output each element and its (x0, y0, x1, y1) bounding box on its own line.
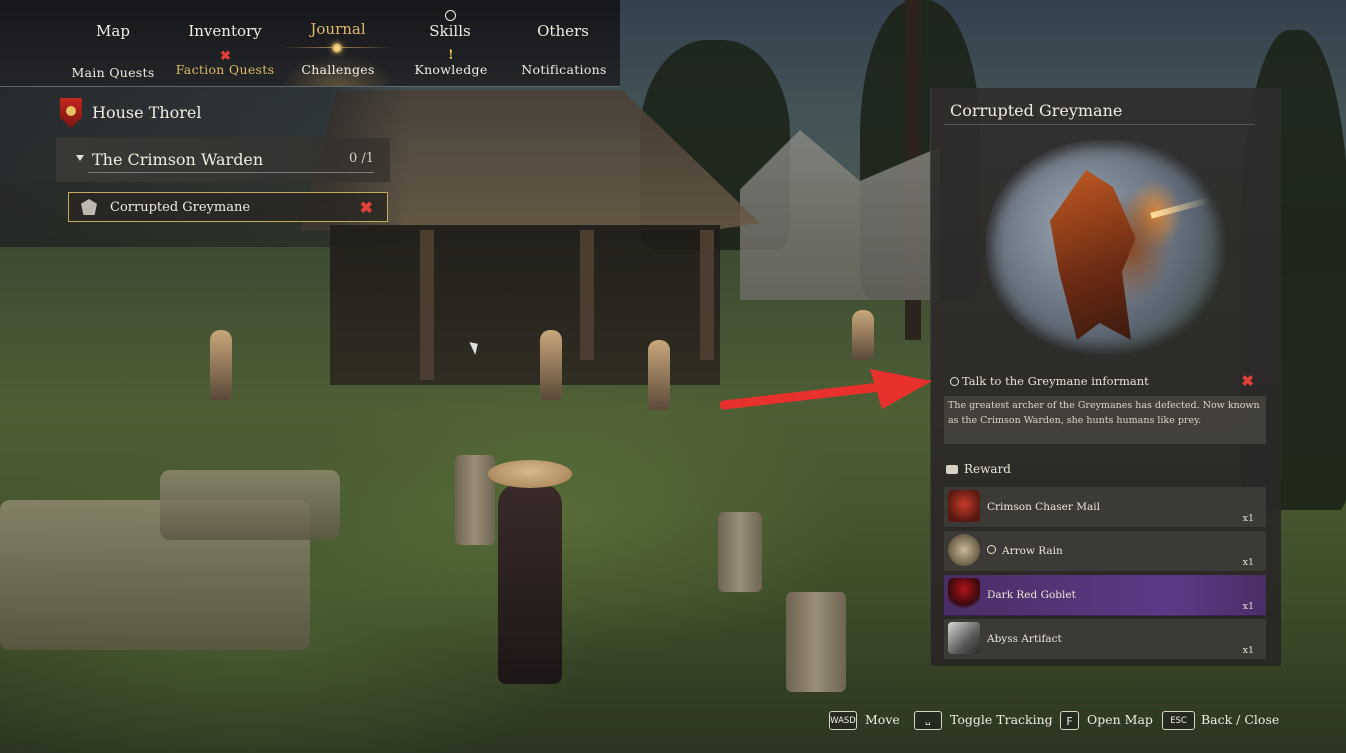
tree-stump (718, 512, 762, 592)
player-straw-hat (488, 460, 572, 488)
quest-item-corrupted-greymane[interactable]: Corrupted Greymane ✖ (68, 192, 388, 222)
armor-icon (948, 490, 980, 522)
top-navigation: Map Inventory Journal Skills Others ✖ ! … (0, 0, 620, 86)
tree-stump (786, 592, 846, 692)
key-wasd: WASD (829, 711, 857, 730)
reward-item-label: Arrow Rain (1002, 545, 1063, 557)
quest-group-title: The Crimson Warden (92, 150, 264, 169)
reward-item[interactable]: Abyss Artifact x1 (944, 619, 1266, 660)
reward-heading: Reward (946, 462, 1011, 476)
quest-group-underline (88, 172, 374, 173)
treasure-chest-icon (946, 465, 958, 474)
subtab-main-quests[interactable]: Main Quests (53, 65, 173, 80)
quest-description: The greatest archer of the Greymanes has… (944, 396, 1266, 444)
reward-item-count: x1 (1242, 601, 1254, 612)
reward-item-label: Crimson Chaser Mail (987, 501, 1100, 513)
villager (648, 340, 670, 410)
title-divider (944, 124, 1254, 125)
hint-move: Move (865, 712, 900, 727)
active-tab-indicator-icon (332, 43, 342, 53)
red-annotation-arrow-icon (720, 369, 932, 410)
tab-others[interactable]: Others (513, 22, 613, 40)
quest-objective: Talk to the Greymane informant ✖ (944, 369, 1266, 395)
villager (210, 330, 232, 400)
objective-circle-icon (950, 377, 959, 386)
hay-bale (160, 470, 340, 540)
subtab-knowledge[interactable]: Knowledge (391, 62, 511, 77)
reward-item-label-row: Arrow Rain (987, 545, 1063, 557)
quest-detail-title: Corrupted Greymane (950, 101, 1123, 120)
barn-post (420, 230, 434, 380)
reward-item[interactable]: Dark Red Goblet x1 (944, 575, 1266, 616)
reward-heading-label: Reward (964, 462, 1011, 476)
reward-item-count: x1 (1242, 557, 1254, 568)
reward-item-label: Dark Red Goblet (987, 589, 1076, 601)
reward-item[interactable]: Crimson Chaser Mail x1 (944, 487, 1266, 528)
player-character (470, 440, 590, 690)
reward-item-count: x1 (1242, 645, 1254, 656)
quest-description-text: The greatest archer of the Greymanes has… (948, 400, 1260, 426)
reward-item-count: x1 (1242, 513, 1254, 524)
reward-item-label: Abyss Artifact (987, 633, 1062, 645)
skill-point-icon (987, 545, 996, 554)
artifact-icon (948, 622, 980, 654)
tab-map[interactable]: Map (63, 22, 163, 40)
hint-open-map: Open Map (1087, 712, 1153, 727)
tracked-quest-icon: ✖ (1241, 372, 1254, 390)
villager (852, 310, 874, 360)
quest-monster-icon (81, 199, 97, 215)
quest-group-progress: 0 /1 (348, 151, 374, 166)
tab-inventory[interactable]: Inventory (175, 22, 275, 40)
tab-skills[interactable]: Skills (400, 22, 500, 40)
faction-name: House Thorel (92, 103, 202, 122)
player-cloak (498, 484, 562, 684)
collapse-triangle-icon[interactable] (76, 155, 84, 161)
quest-item-label: Corrupted Greymane (110, 200, 251, 215)
villager (540, 330, 562, 400)
skill-scroll-icon (948, 534, 980, 566)
barn-post (580, 230, 594, 360)
key-f: F (1060, 711, 1079, 730)
new-knowledge-alert-icon: ! (448, 48, 454, 63)
reward-item[interactable]: Arrow Rain x1 (944, 531, 1266, 572)
barn-post (700, 230, 714, 360)
quest-group-header[interactable]: The Crimson Warden 0 /1 (56, 138, 390, 182)
subtab-faction-quests[interactable]: Faction Quests (165, 62, 285, 77)
skill-point-icon (445, 10, 456, 21)
tracked-quest-icon[interactable]: ✖ (360, 200, 373, 216)
hint-toggle-tracking: Toggle Tracking (950, 712, 1053, 727)
key-space: ␣ (914, 711, 942, 730)
goblet-icon (948, 578, 980, 610)
tab-journal[interactable]: Journal (288, 20, 388, 38)
subtab-challenges[interactable]: Challenges (278, 62, 398, 77)
hint-back-close: Back / Close (1201, 712, 1280, 727)
objective-text: Talk to the Greymane informant (962, 374, 1149, 388)
key-esc: ESC (1162, 711, 1195, 730)
subtab-notifications[interactable]: Notifications (504, 62, 624, 77)
